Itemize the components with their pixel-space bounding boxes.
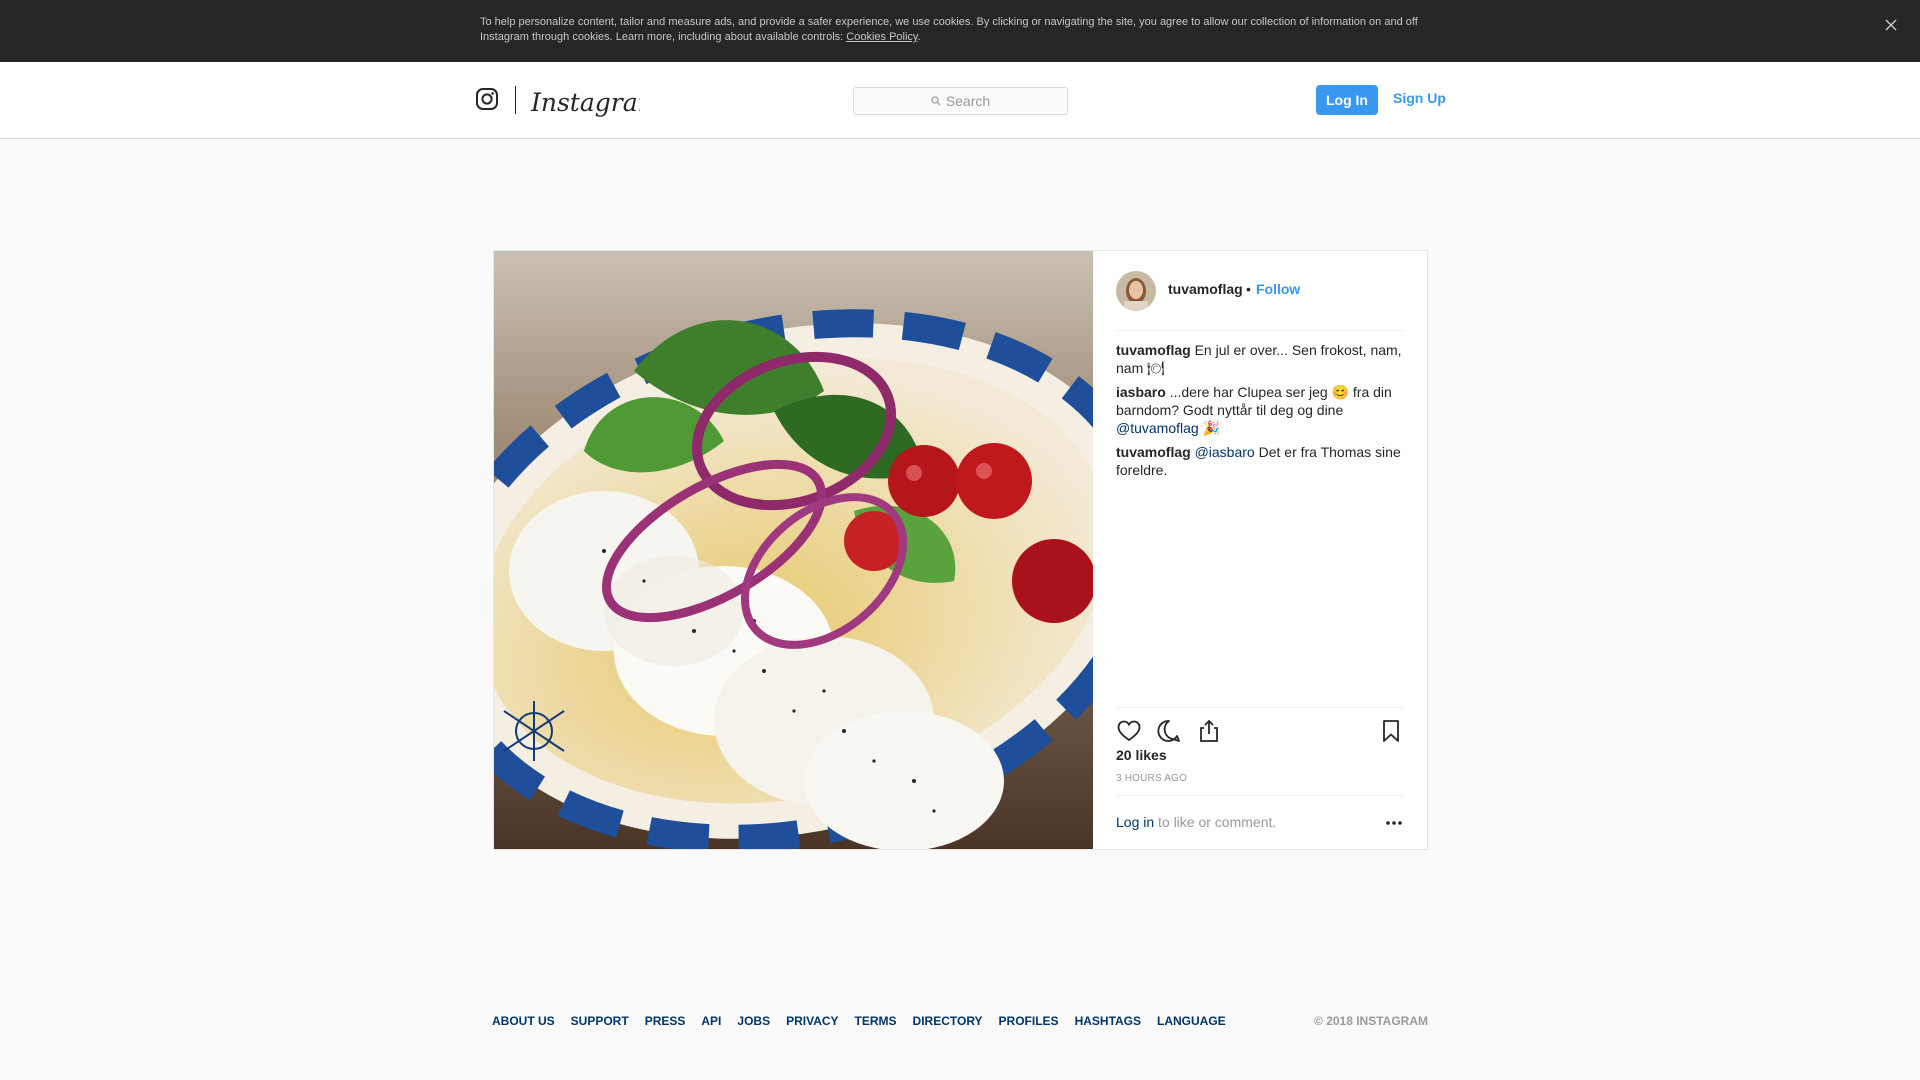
search-icon (931, 96, 941, 106)
cookie-period: . (917, 31, 921, 43)
comments-list: tuvamoflag En jul er over... Sen frokost… (1116, 341, 1406, 485)
footer-link-about-us[interactable]: ABOUT US (492, 1014, 555, 1028)
comment-username[interactable]: iasbaro (1116, 384, 1166, 400)
footer-link-language[interactable]: LANGUAGE (1157, 1014, 1226, 1028)
footer-link-profiles[interactable]: PROFILES (999, 1014, 1059, 1028)
top-navigation: Instagram Search Log In Sign Up (0, 62, 1920, 139)
post-timestamp[interactable]: 3 HOURS AGO (1116, 773, 1187, 784)
comment-username[interactable]: tuvamoflag (1116, 342, 1191, 358)
comment-item: tuvamoflag @iasbaro Det er fra Thomas si… (1116, 443, 1406, 479)
log-in-button[interactable]: Log In (1316, 85, 1378, 115)
post-sidebar: tuvamoflag • Follow tuvamoflag En jul er… (1093, 251, 1427, 849)
close-icon[interactable] (1880, 14, 1902, 36)
search-placeholder: Search (945, 93, 991, 109)
post-photo[interactable] (494, 251, 1093, 849)
instagram-wordmark-logo[interactable]: Instagram (530, 82, 640, 122)
comment-item: tuvamoflag En jul er over... Sen frokost… (1116, 341, 1406, 377)
comment-icon[interactable] (1156, 718, 1182, 744)
cookie-banner: To help personalize content, tailor and … (0, 0, 1920, 62)
footer-link-press[interactable]: PRESS (645, 1014, 686, 1028)
search-input[interactable]: Search (853, 87, 1068, 115)
logo-divider (515, 86, 516, 114)
avatar[interactable] (1116, 271, 1156, 311)
post-card: tuvamoflag • Follow tuvamoflag En jul er… (493, 250, 1428, 850)
follow-button[interactable]: Follow (1256, 281, 1300, 297)
footer-link-privacy[interactable]: PRIVACY (786, 1014, 838, 1028)
avatar-image (1116, 271, 1156, 311)
cookie-message: To help personalize content, tailor and … (480, 16, 1418, 43)
instagram-camera-icon[interactable] (475, 87, 499, 111)
more-options-icon[interactable] (1384, 820, 1404, 826)
login-prompt-text: to like or comment. (1158, 814, 1277, 830)
footer-link-api[interactable]: API (701, 1014, 721, 1028)
footer-links: ABOUT US SUPPORT PRESS API JOBS PRIVACY … (492, 1014, 1242, 1028)
likes-count[interactable]: 20 likes (1116, 747, 1167, 763)
cookies-policy-link[interactable]: Cookies Policy (846, 31, 917, 43)
share-icon[interactable] (1196, 718, 1222, 744)
copyright: © 2018 INSTAGRAM (1314, 1014, 1428, 1028)
footer-link-jobs[interactable]: JOBS (737, 1014, 770, 1028)
food-photo-illustration (494, 251, 1093, 849)
sign-up-link[interactable]: Sign Up (1393, 90, 1446, 106)
post-author-username[interactable]: tuvamoflag (1168, 281, 1243, 297)
footer-link-support[interactable]: SUPPORT (571, 1014, 629, 1028)
comment-trail: 🎉 (1198, 420, 1221, 436)
footer: ABOUT US SUPPORT PRESS API JOBS PRIVACY … (492, 1014, 1428, 1034)
log-in-link[interactable]: Log in (1116, 814, 1154, 830)
heart-icon[interactable] (1116, 718, 1142, 744)
footer-link-hashtags[interactable]: HASHTAGS (1075, 1014, 1141, 1028)
footer-link-terms[interactable]: TERMS (855, 1014, 897, 1028)
brand-wordmark: Instagram (530, 88, 640, 117)
comment-item: iasbaro ...dere har Clupea ser jeg 😊 fra… (1116, 383, 1406, 437)
comment-mention-link[interactable]: @tuvamoflag (1116, 420, 1199, 436)
login-to-comment-row: Log in to like or comment. (1116, 795, 1404, 849)
cookie-text: To help personalize content, tailor and … (480, 15, 1440, 45)
bookmark-icon[interactable] (1378, 718, 1404, 744)
post-actions (1116, 707, 1404, 747)
footer-link-directory[interactable]: DIRECTORY (913, 1014, 983, 1028)
comment-username[interactable]: tuvamoflag (1116, 444, 1191, 460)
separator-dot: • (1246, 281, 1251, 297)
comment-mention-link[interactable]: @iasbaro (1195, 444, 1255, 460)
post-header: tuvamoflag • Follow (1116, 271, 1404, 331)
